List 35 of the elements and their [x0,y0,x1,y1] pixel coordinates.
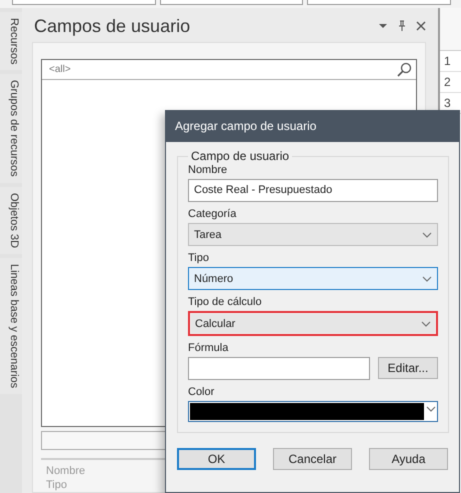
dialog-button[interactable]: Ayuda [369,448,448,470]
dialog-button[interactable]: OK [177,448,256,470]
row-number: 2 [440,72,461,93]
field-label: Categoría [188,208,238,220]
field-label: Nombre [188,164,228,176]
side-tab[interactable]: Recursos [0,12,22,70]
dialog-button[interactable]: Cancelar [273,448,352,470]
field-label: Fórmula [188,342,230,354]
pin-icon[interactable] [397,20,407,32]
dropdown[interactable]: Tarea [188,223,438,246]
chevron-icon [421,320,431,326]
row-number: 1 [440,51,461,72]
dropdown[interactable]: Número [188,267,438,290]
field-label: Tipo de cálculo [188,296,263,308]
search-field[interactable]: <all> [46,64,396,75]
close-icon[interactable] [416,21,426,31]
property-label: Nombre [45,464,86,478]
side-tab[interactable]: Grupos de recursos [0,74,22,184]
dropdown-icon[interactable] [378,21,388,31]
panel-title: Campos de usuario [34,16,192,36]
edit-button[interactable]: Editar... [378,357,438,379]
search-icon[interactable] [396,62,412,78]
chevron-icon [422,276,432,282]
side-tab[interactable]: Lineas base y escenarios [0,258,22,394]
side-tab[interactable]: Objetos 3D [0,187,22,254]
field-label: Color [188,386,216,398]
dialog-title: Agregar campo de usuario [166,111,459,142]
name-field[interactable]: Coste Real - Presupuestado [188,179,438,202]
dropdown[interactable]: Calcular [188,311,438,336]
formula-field[interactable] [188,357,370,380]
property-label: Tipo [45,478,68,492]
field-label: Tipo [188,252,210,264]
group-title: Campo de usuario [190,149,290,163]
color-picker[interactable] [188,401,438,422]
chevron-icon [422,232,432,238]
